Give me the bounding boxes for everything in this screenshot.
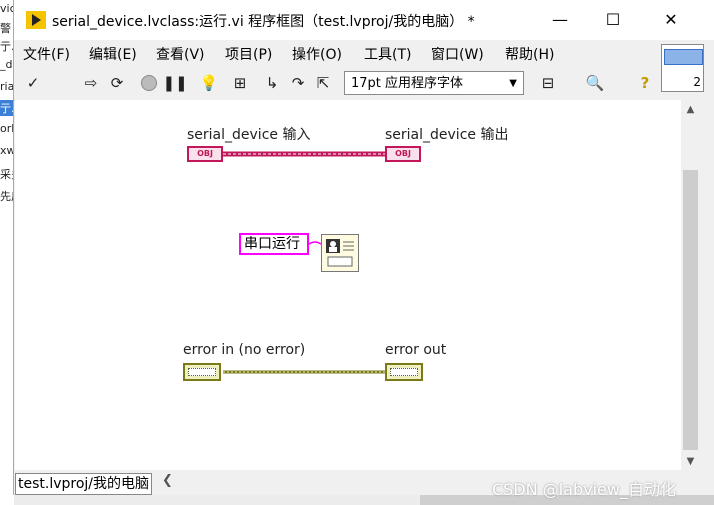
- pause-icon[interactable]: ❚❚: [162, 72, 187, 94]
- vertical-scrollbar[interactable]: ▲ ▼: [681, 100, 700, 470]
- menu-view[interactable]: 查看(V): [156, 44, 205, 64]
- step-into-icon[interactable]: ↳: [261, 72, 283, 94]
- chevron-down-icon: ▼: [509, 78, 517, 89]
- menu-window[interactable]: 窗口(W): [431, 44, 484, 64]
- error-out-label: error out: [385, 342, 447, 358]
- highlight-execution-icon[interactable]: 💡: [198, 72, 220, 94]
- project-context-label[interactable]: test.lvproj/我的电脑: [15, 473, 153, 495]
- background-text: 亍.: [0, 40, 14, 53]
- obj-tag: OBJ: [395, 149, 411, 158]
- background-window-strip: vic 警 亍. _d ria 亍. ork xw 采多 先后: [0, 0, 14, 505]
- step-out-icon[interactable]: ⇱: [312, 72, 334, 94]
- help-icon[interactable]: ?: [634, 72, 656, 94]
- block-diagram-canvas[interactable]: serial_device 输入 OBJ serial_device 输出 OB…: [15, 100, 681, 470]
- toolbar: ✓ ⇨ ⟳ ❚❚ 💡 ⊞ ↳ ↷ ⇱ 17pt 应用程序字体 ▼ ⊟ 🔍 ?: [14, 66, 659, 101]
- watermark: CSDN @labview_自动化: [492, 480, 676, 499]
- menu-tools[interactable]: 工具(T): [364, 44, 411, 64]
- status-bar: test.lvproj/我的电脑 ❮: [14, 472, 434, 495]
- background-text: ork: [0, 122, 14, 135]
- connector-pane-icon: [664, 49, 703, 65]
- menu-help[interactable]: 帮助(H): [505, 44, 554, 64]
- string-constant[interactable]: 串口运行: [239, 233, 309, 255]
- background-text: 先后: [0, 190, 14, 203]
- obj-tag: OBJ: [197, 149, 213, 158]
- serial-device-in-label: serial_device 输入: [187, 127, 311, 143]
- abort-icon[interactable]: [138, 72, 160, 94]
- scrollbar-thumb[interactable]: [683, 170, 698, 450]
- background-text: 采多: [0, 168, 14, 181]
- menu-bar: 文件(F) 编辑(E) 查看(V) 项目(P) 操作(O) 工具(T) 窗口(W…: [14, 40, 659, 66]
- maximize-button[interactable]: ☐: [596, 8, 630, 32]
- background-text: vic: [0, 2, 14, 15]
- run-arrow-icon[interactable]: ⇨: [80, 72, 102, 94]
- retain-wire-values-icon[interactable]: ⊞: [229, 72, 251, 94]
- font-select[interactable]: 17pt 应用程序字体 ▼: [344, 71, 524, 95]
- error-cluster-icon: [390, 368, 418, 376]
- context-help-panel[interactable]: 2: [661, 44, 704, 92]
- block-diagram-window: serial_device.lvclass:运行.vi 程序框图（test.lv…: [13, 0, 714, 495]
- run-continuously-icon[interactable]: ⟳: [106, 72, 128, 94]
- serial-device-out-terminal[interactable]: OBJ: [385, 146, 421, 162]
- close-button[interactable]: ✕: [654, 8, 688, 32]
- background-text: 警: [0, 22, 11, 35]
- subvi-node-icon[interactable]: [321, 234, 359, 272]
- serial-device-out-label: serial_device 输出: [385, 127, 509, 143]
- error-in-terminal[interactable]: [183, 363, 221, 381]
- context-help-number: 2: [693, 75, 701, 89]
- step-over-icon[interactable]: ↷: [287, 72, 309, 94]
- scroll-down-icon[interactable]: ▼: [681, 456, 700, 467]
- title-bar[interactable]: serial_device.lvclass:运行.vi 程序框图（test.lv…: [14, 0, 714, 40]
- scroll-left-icon[interactable]: ❮: [162, 473, 173, 488]
- search-icon[interactable]: 🔍: [584, 72, 606, 94]
- string-constant-value: 串口运行: [244, 236, 300, 252]
- menu-file[interactable]: 文件(F): [23, 44, 70, 64]
- menu-edit[interactable]: 编辑(E): [89, 44, 137, 64]
- background-text: _d: [0, 58, 13, 71]
- font-select-value: 17pt 应用程序字体: [351, 76, 464, 91]
- minimize-button[interactable]: —: [543, 8, 577, 32]
- wires-layer: [223, 151, 387, 374]
- menu-project[interactable]: 项目(P): [225, 44, 272, 64]
- error-out-terminal[interactable]: [385, 363, 423, 381]
- menu-operate[interactable]: 操作(O): [292, 44, 342, 64]
- error-cluster-icon: [188, 368, 216, 376]
- serial-device-in-terminal[interactable]: OBJ: [187, 146, 223, 162]
- background-text: 亍.: [0, 100, 14, 116]
- subvi-glyph-icon: [326, 239, 354, 267]
- error-in-label: error in (no error): [183, 342, 306, 358]
- background-text: ria: [0, 80, 14, 93]
- window-title: serial_device.lvclass:运行.vi 程序框图（test.lv…: [52, 14, 475, 30]
- background-text: xw: [0, 144, 14, 157]
- labview-app-icon: [26, 11, 46, 29]
- scroll-up-icon[interactable]: ▲: [681, 104, 700, 115]
- string-wire: [308, 241, 322, 245]
- checkmark-icon[interactable]: ✓: [22, 72, 44, 94]
- align-objects-icon[interactable]: ⊟: [537, 72, 559, 94]
